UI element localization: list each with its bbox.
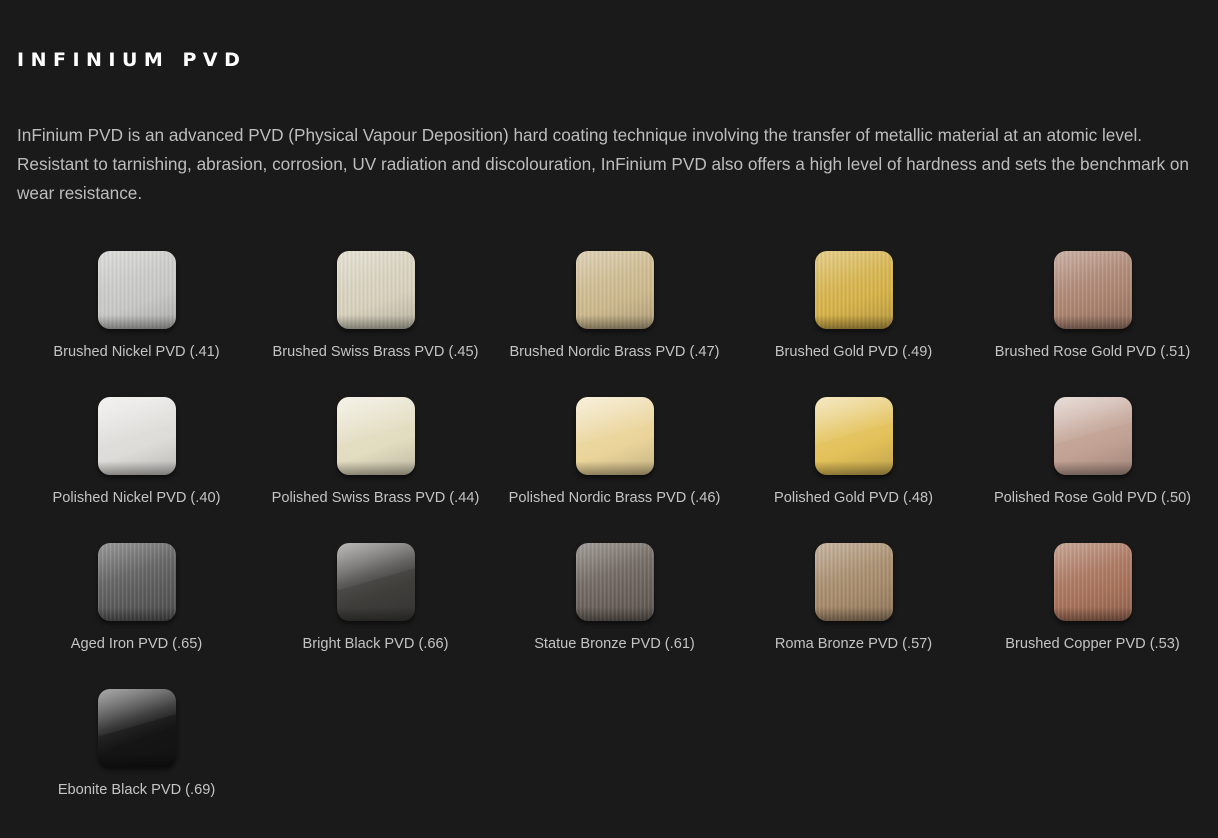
swatch-label: Brushed Nickel PVD (.41) (53, 344, 220, 360)
swatch-label: Polished Nickel PVD (.40) (52, 490, 221, 506)
finish-swatch-tile (814, 251, 893, 329)
polished-highlight (97, 689, 176, 737)
finish-swatch-tile (97, 543, 176, 621)
section-description: InFinium PVD is an advanced PVD (Physica… (17, 125, 1189, 203)
finish-swatch-tile (336, 543, 415, 621)
finish-swatch-tile (575, 397, 654, 475)
polished-highlight (97, 397, 176, 445)
swatch-aged-iron[interactable]: Aged Iron PVD (.65) (17, 543, 256, 689)
swatch-polished-swiss-brass[interactable]: Polished Swiss Brass PVD (.44) (256, 397, 495, 543)
swatch-label: Brushed Gold PVD (.49) (774, 344, 933, 360)
section-title: INFINIUM PVD (17, 49, 247, 71)
swatch-statue-bronze[interactable]: Statue Bronze PVD (.61) (495, 543, 734, 689)
swatch-roma-bronze[interactable]: Roma Bronze PVD (.57) (734, 543, 973, 689)
finish-swatch-tile (97, 689, 176, 767)
swatch-brushed-swiss-brass[interactable]: Brushed Swiss Brass PVD (.45) (256, 251, 495, 397)
polished-highlight (336, 397, 415, 445)
brushed-texture (814, 251, 893, 329)
swatch-polished-gold[interactable]: Polished Gold PVD (.48) (734, 397, 973, 543)
swatch-label: Ebonite Black PVD (.69) (57, 782, 216, 798)
infinium-pvd-section: INFINIUM PVD InFinium PVD is an advanced… (0, 0, 1218, 838)
finish-swatch-tile (1053, 397, 1132, 475)
finish-swatch-tile (575, 543, 654, 621)
finish-swatch-tile (1053, 251, 1132, 329)
swatch-ebonite-black[interactable]: Ebonite Black PVD (.69) (17, 689, 256, 835)
swatch-label: Polished Swiss Brass PVD (.44) (271, 490, 480, 506)
brushed-texture (97, 543, 176, 621)
swatch-polished-nordic-brass[interactable]: Polished Nordic Brass PVD (.46) (495, 397, 734, 543)
swatch-label: Aged Iron PVD (.65) (70, 636, 203, 652)
swatch-label: Polished Nordic Brass PVD (.46) (508, 490, 721, 506)
swatch-brushed-nordic-brass[interactable]: Brushed Nordic Brass PVD (.47) (495, 251, 734, 397)
finish-swatch-tile (97, 397, 176, 475)
swatch-label: Brushed Copper PVD (.53) (1005, 636, 1180, 652)
brushed-texture (575, 251, 654, 329)
finish-swatch-tile (336, 397, 415, 475)
swatch-polished-nickel[interactable]: Polished Nickel PVD (.40) (17, 397, 256, 543)
swatch-brushed-gold[interactable]: Brushed Gold PVD (.49) (734, 251, 973, 397)
finish-swatch-tile (336, 251, 415, 329)
polished-highlight (575, 397, 654, 445)
swatch-label: Polished Rose Gold PVD (.50) (993, 490, 1192, 506)
brushed-texture (97, 251, 176, 329)
brushed-texture (1053, 251, 1132, 329)
finish-swatch-grid: Brushed Nickel PVD (.41) Brushed Swiss B… (17, 251, 1212, 835)
swatch-label: Brushed Nordic Brass PVD (.47) (509, 344, 720, 360)
brushed-texture (575, 543, 654, 621)
swatch-brushed-nickel[interactable]: Brushed Nickel PVD (.41) (17, 251, 256, 397)
finish-swatch-tile (575, 251, 654, 329)
brushed-texture (1053, 543, 1132, 621)
swatch-label: Brushed Swiss Brass PVD (.45) (272, 344, 479, 360)
swatch-label: Roma Bronze PVD (.57) (774, 636, 933, 652)
swatch-brushed-rose-gold[interactable]: Brushed Rose Gold PVD (.51) (973, 251, 1212, 397)
polished-highlight (1053, 397, 1132, 445)
finish-swatch-tile (814, 397, 893, 475)
brushed-texture (336, 251, 415, 329)
polished-highlight (814, 397, 893, 445)
polished-highlight (336, 543, 415, 591)
swatch-label: Brushed Rose Gold PVD (.51) (994, 344, 1191, 360)
swatch-brushed-copper[interactable]: Brushed Copper PVD (.53) (973, 543, 1212, 689)
swatch-label: Polished Gold PVD (.48) (774, 490, 933, 506)
swatch-polished-rose-gold[interactable]: Polished Rose Gold PVD (.50) (973, 397, 1212, 543)
finish-swatch-tile (97, 251, 176, 329)
swatch-label: Bright Black PVD (.66) (302, 636, 449, 652)
swatch-bright-black[interactable]: Bright Black PVD (.66) (256, 543, 495, 689)
swatch-label: Statue Bronze PVD (.61) (534, 636, 695, 652)
finish-swatch-tile (1053, 543, 1132, 621)
finish-swatch-tile (814, 543, 893, 621)
brushed-texture (814, 543, 893, 621)
